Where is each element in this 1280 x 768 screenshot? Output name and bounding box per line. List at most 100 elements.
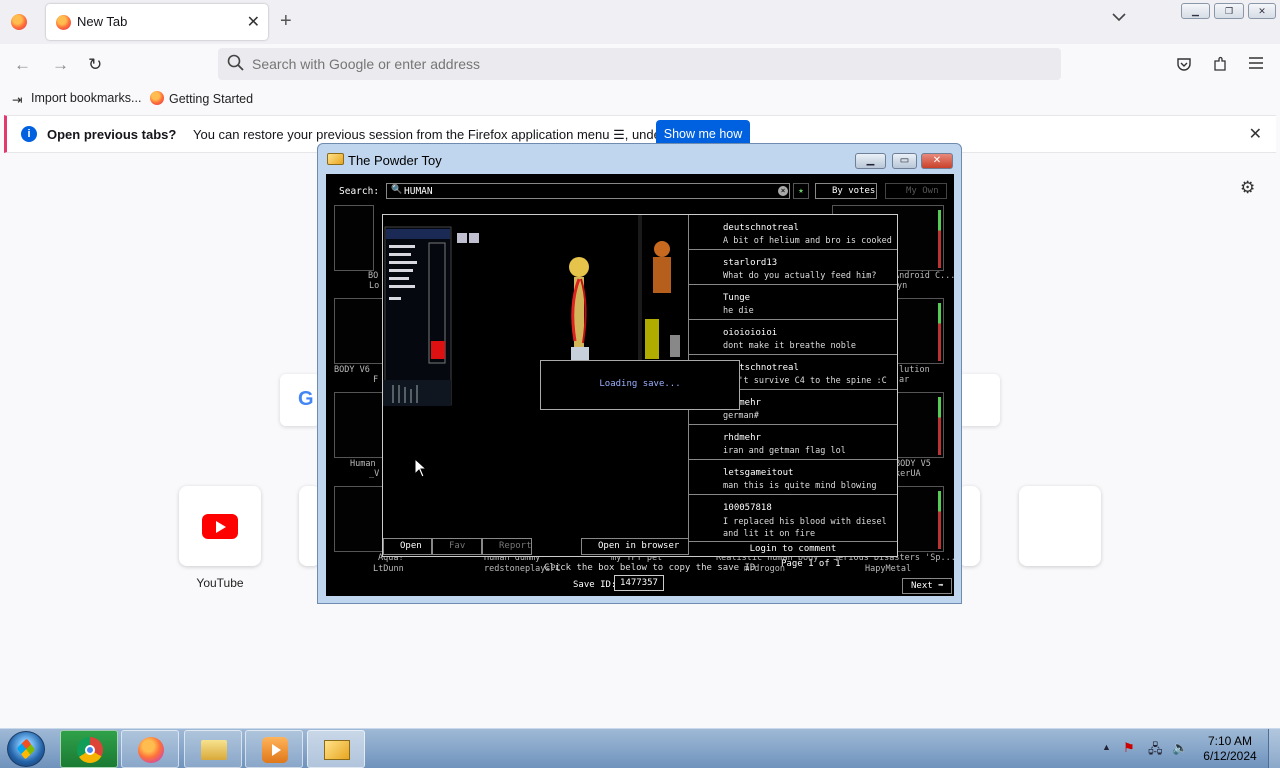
window-titlebar[interactable]: The Powder Toy ▁ ▭ ✕ (318, 144, 961, 174)
bookmark-getting-started[interactable]: Getting Started (150, 91, 253, 106)
search-icon: 🔍 (391, 185, 403, 195)
my-own-button[interactable]: My Own (885, 183, 947, 199)
save-thumbnail[interactable] (334, 392, 384, 458)
fav-button[interactable]: Fav (432, 538, 482, 555)
reload-icon[interactable]: ↻ (88, 55, 102, 75)
save-author: Lo (369, 281, 380, 291)
clock-time: 7:10 AM (1207, 734, 1253, 748)
comment: Tunge he die (689, 285, 897, 320)
comment: letsgameitout man this is quite mind blow… (689, 460, 897, 495)
clock[interactable]: 7:10 AM 6/12/2024 (1198, 734, 1262, 764)
next-page-button[interactable]: Next ➡ (902, 578, 952, 594)
maximize-button[interactable]: ▭ (892, 153, 917, 169)
save-title: BO (368, 271, 379, 281)
pocket-icon[interactable] (1176, 56, 1192, 72)
clock-date: 6/12/2024 (1203, 749, 1257, 763)
report-button[interactable]: Report (482, 538, 532, 555)
bookmarks-toolbar: ⇥ Import bookmarks... Getting Started (0, 84, 1280, 114)
minimize-window-button[interactable]: ▁ (1181, 3, 1210, 19)
comment: rhdmehr iran and getman flag lol (689, 425, 897, 460)
save-author: LtDunn (373, 564, 404, 574)
minimize-button[interactable]: ▁ (855, 153, 886, 169)
tray-expand-icon[interactable]: ▲ (1102, 742, 1111, 752)
tab-new-tab[interactable]: New Tab ✕ (46, 4, 268, 40)
search-input[interactable]: 🔍 HUMAN (386, 183, 790, 199)
page-indicator: Page 1 of 1 (781, 559, 841, 569)
save-author: yn (897, 281, 908, 291)
back-icon[interactable]: ← (14, 55, 31, 75)
media-player-icon (262, 737, 288, 763)
chrome-icon (77, 737, 103, 763)
firefox-view-icon[interactable] (11, 14, 27, 30)
loading-dialog: Loading save... (540, 360, 740, 410)
comment: 100057818 I replaced his blood with diese… (723, 503, 887, 539)
login-to-comment-button[interactable]: Login to comment (689, 541, 897, 556)
sort-by-votes-button[interactable]: By votes (815, 183, 877, 199)
mouse-cursor-icon (414, 458, 428, 478)
tile[interactable] (1019, 486, 1101, 566)
forward-icon[interactable]: → (52, 55, 69, 75)
save-thumbnail[interactable] (894, 298, 944, 364)
url-bar[interactable] (218, 48, 1061, 80)
start-button[interactable] (7, 731, 45, 767)
taskbar-chrome[interactable] (60, 730, 118, 768)
show-desktop-button[interactable] (1268, 729, 1280, 768)
comment: deutschnotreal A bit of helium and bro is… (689, 215, 897, 250)
firefox-icon (150, 91, 164, 105)
tile-label: YouTube (196, 576, 244, 590)
save-title: BODY V5 (895, 459, 931, 469)
save-thumbnail[interactable] (334, 298, 384, 364)
action-center-icon[interactable]: ⚑ (1123, 740, 1135, 756)
clear-search-icon[interactable]: × (778, 186, 788, 196)
restore-window-button[interactable]: ❐ (1214, 3, 1244, 19)
save-id-field[interactable]: 1477357 (614, 575, 664, 591)
save-title: BODY V6 (334, 365, 370, 375)
youtube-icon (202, 514, 238, 539)
navigation-bar: ← → ↻ (0, 44, 1280, 84)
save-title: lution (899, 365, 930, 375)
favorite-star-icon[interactable]: ★ (793, 183, 809, 199)
close-button[interactable]: ✕ (921, 153, 953, 169)
volume-icon[interactable]: 🔈 (1172, 740, 1188, 756)
folder-icon (201, 740, 227, 760)
firefox-icon (138, 737, 164, 763)
url-input[interactable] (252, 52, 1042, 76)
info-icon: i (21, 126, 37, 142)
arrow-right-icon: ➡ (938, 581, 944, 591)
close-window-button[interactable]: ✕ (1248, 3, 1276, 19)
taskbar-explorer[interactable] (184, 730, 242, 768)
chevron-down-icon[interactable] (1112, 12, 1126, 22)
save-author: F (373, 375, 379, 385)
comment: starlord13 What do you actually feed him? (689, 250, 897, 285)
save-author: kerUA (895, 469, 921, 479)
google-icon: G (298, 388, 314, 410)
taskbar-powder-toy[interactable] (307, 730, 365, 768)
extensions-icon[interactable] (1212, 56, 1228, 72)
close-tab-icon[interactable]: ✕ (247, 12, 260, 32)
copy-hint: Click the box below to copy the save ID (544, 563, 756, 573)
save-thumbnail[interactable] (334, 486, 384, 552)
save-preview-dialog: deutschnotreal A bit of helium and bro is… (382, 214, 898, 557)
save-thumbnail[interactable] (334, 205, 374, 271)
taskbar-media-player[interactable] (245, 730, 303, 768)
game-viewport: Search: 🔍 HUMAN × ★ By votes My Own BO L… (326, 174, 956, 596)
close-icon[interactable]: ✕ (1249, 124, 1262, 144)
open-button[interactable]: Open (383, 538, 432, 555)
menu-icon[interactable] (1249, 57, 1263, 69)
new-tab-button[interactable]: + (280, 10, 292, 33)
bookmark-import[interactable]: ⇥ Import bookmarks... (12, 91, 141, 107)
save-thumbnail[interactable] (894, 392, 944, 458)
taskbar-firefox[interactable] (121, 730, 179, 768)
search-query: HUMAN (404, 186, 433, 197)
tile-youtube[interactable] (179, 486, 261, 566)
window-title: The Powder Toy (348, 153, 442, 168)
save-thumbnail[interactable] (894, 486, 944, 552)
search-label: Search: (339, 186, 380, 197)
infobar-message: You can restore your previous session fr… (193, 127, 712, 142)
network-icon[interactable]: 🖧 (1148, 740, 1163, 762)
powder-toy-icon (324, 740, 350, 760)
search-card[interactable]: G (280, 374, 320, 426)
gear-icon[interactable]: ⚙ (1240, 178, 1255, 198)
open-in-browser-button[interactable]: Open in browser (581, 538, 689, 555)
infobar-title: Open previous tabs? (47, 127, 177, 142)
